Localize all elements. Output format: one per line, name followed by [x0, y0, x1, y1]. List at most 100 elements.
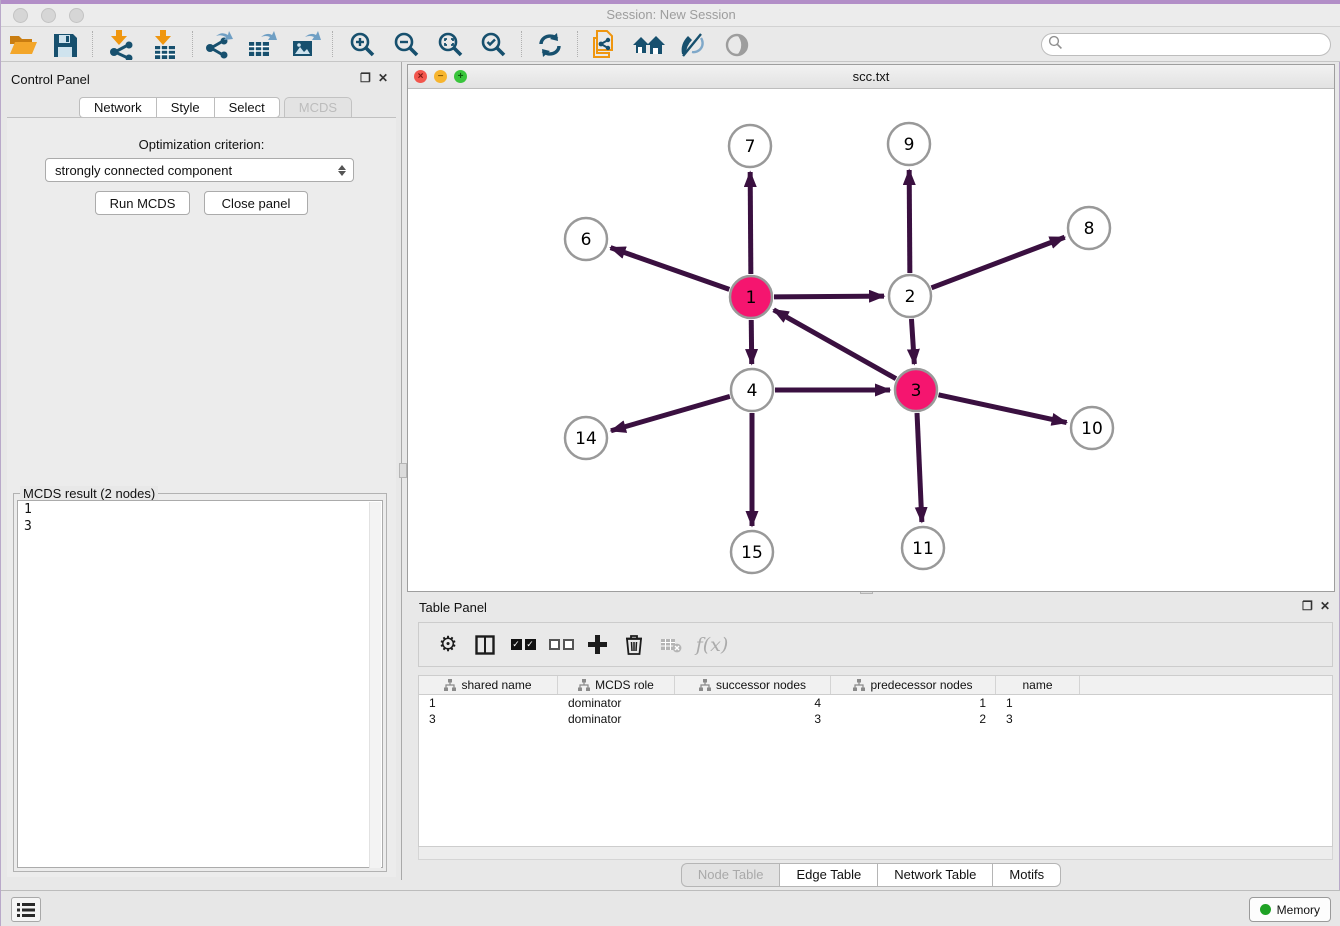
scrollbar-track[interactable]	[369, 502, 381, 868]
node-label-10: 10	[1081, 419, 1103, 439]
node-label-14: 14	[575, 429, 597, 449]
table-header-row: shared nameMCDS rolesuccessor nodesprede…	[418, 675, 1333, 695]
refresh-layout-icon[interactable]	[533, 30, 567, 60]
table-cell[interactable]: 4	[675, 695, 831, 711]
select-all-columns-icon[interactable]: ✓✓	[507, 623, 539, 666]
edge-4-14[interactable]	[611, 396, 730, 430]
table-panel-title: Table Panel	[419, 600, 487, 615]
edge-1-2[interactable]	[774, 296, 884, 297]
edge-2-9[interactable]	[909, 170, 910, 273]
tab-motifs[interactable]: Motifs	[992, 863, 1061, 887]
table-cell[interactable]: 2	[831, 711, 996, 727]
titlebar: Session: New Session	[1, 4, 1340, 27]
table-cell[interactable]: 3	[419, 711, 558, 727]
list-icon	[17, 902, 35, 918]
minimize-window-button[interactable]	[41, 8, 56, 23]
zoom-fit-icon[interactable]	[434, 30, 468, 60]
float-panel-icon[interactable]: ❐	[1302, 599, 1313, 613]
tab-node-table[interactable]: Node Table	[681, 863, 780, 887]
open-session-icon[interactable]	[6, 30, 40, 60]
edge-2-8[interactable]	[932, 237, 1065, 288]
search-box[interactable]	[1041, 33, 1331, 56]
horizontal-scrollbar-track[interactable]	[418, 847, 1333, 860]
table-cell[interactable]: dominator	[558, 711, 675, 727]
network-canvas[interactable]: 7968124314101511	[408, 89, 1334, 591]
task-history-button[interactable]	[11, 897, 41, 922]
tab-select[interactable]: Select	[214, 97, 280, 118]
tab-mcds[interactable]: MCDS	[284, 97, 352, 118]
zoom-out-icon[interactable]	[390, 30, 424, 60]
zoom-selected-icon[interactable]	[477, 30, 511, 60]
export-table-icon[interactable]	[245, 30, 279, 60]
export-image-icon[interactable]	[289, 30, 323, 60]
show-columns-icon[interactable]	[469, 623, 501, 666]
table-cell[interactable]: 3	[675, 711, 831, 727]
table-cell[interactable]: 1	[419, 695, 558, 711]
table-cell[interactable]: 3	[996, 711, 1080, 727]
function-builder-icon: f(x)	[691, 623, 733, 666]
table-body[interactable]: 1dominator4113dominator323	[418, 695, 1333, 847]
add-column-icon[interactable]	[582, 623, 612, 666]
maximize-view-button[interactable]: +	[454, 70, 467, 83]
network-window-titlebar[interactable]: × − + scc.txt	[408, 65, 1334, 89]
table-cell[interactable]: 1	[996, 695, 1080, 711]
node-label-8: 8	[1084, 219, 1095, 239]
control-panel-tabs: Network Style Select MCDS	[79, 97, 352, 118]
close-panel-button[interactable]: Close panel	[204, 191, 308, 215]
minimize-view-button[interactable]: −	[434, 70, 447, 83]
table-cell[interactable]: dominator	[558, 695, 675, 711]
mcds-result-textarea[interactable]: 1 3	[17, 500, 383, 868]
memory-button[interactable]: Memory	[1249, 897, 1331, 922]
tab-edge-table[interactable]: Edge Table	[779, 863, 877, 887]
status-bar: Memory	[1, 890, 1340, 926]
edge-3-1[interactable]	[774, 310, 896, 379]
edge-1-6[interactable]	[611, 248, 730, 290]
tab-style[interactable]: Style	[156, 97, 214, 118]
toolbar-separator	[192, 31, 193, 57]
unselect-all-columns-icon[interactable]	[545, 623, 577, 666]
column-header-successor-nodes[interactable]: successor nodes	[675, 676, 831, 694]
main-toolbar	[1, 27, 1340, 62]
delete-columns-trash-icon[interactable]	[619, 623, 649, 666]
table-row[interactable]: 3dominator323	[419, 711, 1332, 727]
home-icon[interactable]	[632, 30, 666, 60]
control-panel: Control Panel ❐ ✕ Network Style Select M…	[1, 62, 402, 880]
column-header-name[interactable]: name	[996, 676, 1080, 694]
import-table-icon[interactable]	[149, 30, 183, 60]
float-panel-icon[interactable]: ❐	[360, 71, 371, 85]
clone-network-icon[interactable]	[588, 30, 622, 60]
zoom-window-button[interactable]	[69, 8, 84, 23]
close-window-button[interactable]	[13, 8, 28, 23]
result-line: 3	[18, 518, 382, 535]
zoom-in-icon[interactable]	[346, 30, 380, 60]
close-view-button[interactable]: ×	[414, 70, 427, 83]
edge-2-3[interactable]	[911, 319, 914, 364]
node-label-2: 2	[905, 287, 916, 307]
table-cell[interactable]: 1	[831, 695, 996, 711]
import-network-icon[interactable]	[105, 30, 139, 60]
toolbar-separator	[92, 31, 93, 57]
table-row[interactable]: 1dominator411	[419, 695, 1332, 711]
edge-3-10[interactable]	[938, 395, 1066, 423]
tab-network[interactable]: Network	[79, 97, 156, 118]
column-type-icon	[853, 679, 865, 691]
column-header-predecessor-nodes[interactable]: predecessor nodes	[831, 676, 996, 694]
edge-3-11[interactable]	[917, 413, 922, 522]
table-tabs: Node Table Edge Table Network Table Moti…	[407, 863, 1335, 887]
run-mcds-button[interactable]: Run MCDS	[95, 191, 190, 215]
close-panel-icon[interactable]: ✕	[378, 71, 388, 85]
search-input[interactable]	[1063, 36, 1330, 54]
export-network-icon[interactable]	[202, 30, 236, 60]
edge-1-7[interactable]	[750, 172, 751, 274]
node-label-7: 7	[745, 137, 756, 157]
network-graph[interactable]: 7968124314101511	[408, 89, 1334, 591]
save-session-icon[interactable]	[48, 30, 82, 60]
splitter-grip[interactable]	[399, 463, 407, 478]
close-panel-icon[interactable]: ✕	[1320, 599, 1330, 613]
column-header-MCDS-role[interactable]: MCDS role	[558, 676, 675, 694]
optimization-criterion-select[interactable]: strongly connected component	[45, 158, 354, 182]
table-options-gear-icon[interactable]: ⚙	[433, 623, 463, 666]
column-header-shared-name[interactable]: shared name	[419, 676, 558, 694]
style-toggle-icon[interactable]	[675, 30, 709, 60]
tab-network-table[interactable]: Network Table	[877, 863, 992, 887]
